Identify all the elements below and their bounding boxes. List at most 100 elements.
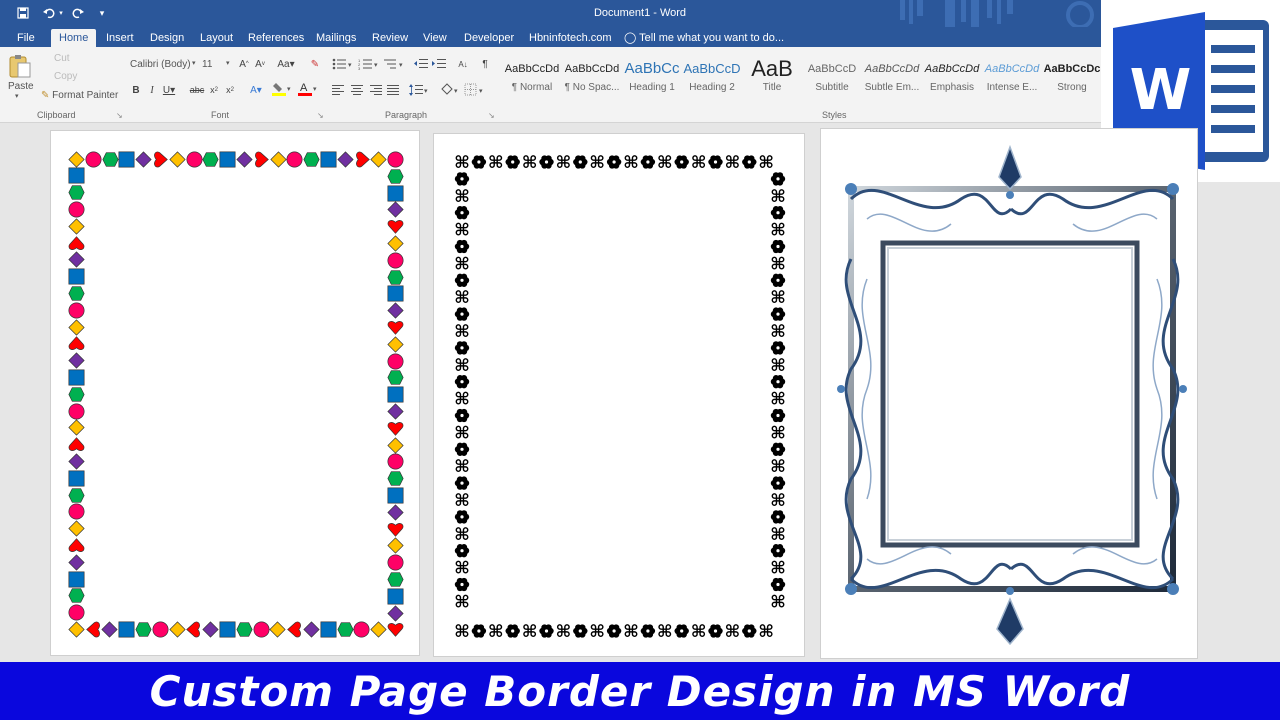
style-normal-label: ¶ Normal bbox=[511, 82, 553, 93]
border-shape-heart bbox=[387, 321, 404, 335]
bold-icon[interactable]: B bbox=[130, 83, 142, 97]
clear-formatting-icon[interactable]: ✎ bbox=[308, 57, 322, 71]
superscript-icon[interactable]: x2 bbox=[224, 83, 236, 97]
style-intense-emphasis[interactable]: AaBbCcDd Intense E... bbox=[982, 59, 1042, 99]
border-shape-square bbox=[68, 369, 85, 386]
text-effects-icon[interactable]: A▾ bbox=[248, 83, 264, 97]
border-shape-circle bbox=[253, 621, 270, 638]
border-shape-hex bbox=[387, 269, 404, 285]
style-subtitle[interactable]: AaBbCcD Subtitle bbox=[802, 59, 862, 99]
font-size-dropdown-icon[interactable]: ▾ bbox=[226, 59, 230, 67]
border-flower-icon bbox=[770, 442, 786, 456]
paste-icon[interactable] bbox=[7, 53, 33, 79]
change-case-icon[interactable]: Aa▾ bbox=[276, 57, 296, 71]
border-shape-diamond bbox=[387, 336, 404, 353]
style-heading-2[interactable]: AaBbCcD Heading 2 bbox=[682, 59, 742, 99]
border-knot-icon: ⌘ bbox=[770, 423, 786, 443]
align-right-icon[interactable] bbox=[368, 83, 382, 97]
border-shape-circle bbox=[85, 151, 102, 168]
svg-text:▾: ▾ bbox=[424, 88, 428, 95]
border-shape-diamond bbox=[303, 621, 320, 638]
format-painter-button[interactable]: ✎ Format Painter bbox=[41, 90, 118, 101]
shrink-font-icon[interactable]: Av bbox=[254, 57, 266, 71]
border-shape-diamond bbox=[68, 318, 85, 336]
style-heading-2-sample: AaBbCcD bbox=[683, 61, 741, 76]
style-no-spacing[interactable]: AaBbCcDd ¶ No Spac... bbox=[562, 59, 622, 99]
increase-indent-icon[interactable] bbox=[432, 57, 446, 71]
border-shape-hex bbox=[387, 471, 404, 486]
style-subtitle-sample: AaBbCcD bbox=[807, 63, 857, 75]
multilevel-list-icon[interactable]: ▾ bbox=[384, 57, 406, 71]
borders-icon[interactable]: ▾ bbox=[464, 83, 486, 97]
align-center-icon[interactable] bbox=[350, 83, 364, 97]
bullets-icon[interactable]: ▾ bbox=[332, 57, 354, 71]
grow-font-icon[interactable]: A ^ bbox=[238, 57, 250, 71]
paragraph-launcher-icon[interactable]: ↘ bbox=[488, 111, 495, 120]
underline-icon[interactable]: U▾ bbox=[162, 83, 176, 97]
tab-design[interactable]: Design bbox=[142, 29, 192, 47]
border-knot-icon: ⌘ bbox=[454, 592, 470, 612]
svg-text:▾: ▾ bbox=[287, 86, 291, 93]
tab-mailings[interactable]: Mailings bbox=[308, 29, 364, 47]
shading-icon[interactable]: ▾ bbox=[440, 83, 460, 97]
tab-layout[interactable]: Layout bbox=[192, 29, 241, 47]
paste-button[interactable]: Paste bbox=[8, 81, 34, 92]
border-flower-icon bbox=[708, 624, 723, 638]
border-flower-icon bbox=[454, 172, 470, 186]
border-knot-icon: ⌘ bbox=[623, 622, 639, 642]
style-normal[interactable]: AaBbCcDd ¶ Normal bbox=[502, 59, 562, 99]
strikethrough-icon[interactable]: abc bbox=[188, 83, 206, 97]
tab-view[interactable]: View bbox=[415, 29, 455, 47]
border-shape-diamond bbox=[168, 621, 186, 638]
border-shape-diamond bbox=[68, 621, 85, 638]
tab-hbninfotech[interactable]: Hbninfotech.com bbox=[521, 29, 620, 47]
style-subtle-emphasis-sample: AaBbCcDd bbox=[864, 63, 920, 75]
highlight-color-icon[interactable]: ▾ bbox=[272, 81, 292, 97]
clipboard-launcher-icon[interactable]: ↘ bbox=[116, 111, 123, 120]
tab-references[interactable]: References bbox=[240, 29, 312, 47]
subscript-icon[interactable]: x2 bbox=[208, 83, 220, 97]
align-left-icon[interactable] bbox=[332, 83, 346, 97]
copy-button[interactable]: Copy bbox=[54, 71, 77, 82]
border-shape-circle bbox=[387, 353, 404, 370]
style-heading-1[interactable]: AaBbCc Heading 1 bbox=[622, 59, 682, 99]
style-emphasis[interactable]: AaBbCcDd Emphasis bbox=[922, 59, 982, 99]
tab-developer[interactable]: Developer bbox=[456, 29, 522, 47]
italic-icon[interactable]: I bbox=[146, 83, 158, 97]
border-shape-hex bbox=[68, 487, 85, 503]
tab-review[interactable]: Review bbox=[364, 29, 416, 47]
tab-file[interactable]: File bbox=[9, 29, 43, 47]
show-formatting-icon[interactable]: ¶ bbox=[478, 57, 492, 71]
border-knot-icon: ⌘ bbox=[454, 423, 470, 443]
border-shape-diamond bbox=[135, 151, 152, 168]
border-knot-icon: ⌘ bbox=[770, 187, 786, 207]
font-color-icon[interactable]: A ▾ bbox=[298, 81, 318, 97]
font-size-box[interactable]: 11 bbox=[202, 59, 212, 70]
page-art-border: ⌘ ⌘ ⌘ ⌘ ⌘ ⌘ ⌘ ⌘ ⌘ ⌘ ⌘ ⌘ ⌘ ⌘ ⌘ ⌘ ⌘ ⌘ ⌘ ⌘ ⌘ ⌘ ⌘ ⌘ ⌘ ⌘ ⌘ ⌘ ⌘ ⌘ ⌘ ⌘ ⌘ ⌘ ⌘ ⌘ ⌘ ⌘ ⌘ ⌘… bbox=[433, 133, 805, 657]
tell-me-box[interactable]: ◯ Tell me what you want to do... bbox=[624, 29, 784, 47]
font-name-box[interactable]: Calibri (Body) bbox=[130, 59, 192, 70]
border-knot-icon: ⌘ bbox=[589, 622, 605, 642]
border-shape-diamond bbox=[269, 151, 287, 168]
numbering-icon[interactable]: 1 2 3 ▾ bbox=[358, 57, 380, 71]
tab-insert[interactable]: Insert bbox=[98, 29, 142, 47]
border-shape-heart bbox=[387, 421, 404, 436]
style-subtle-emphasis[interactable]: AaBbCcDd Subtle Em... bbox=[862, 59, 922, 99]
style-title[interactable]: AaB Title bbox=[742, 59, 802, 99]
border-shape-heart bbox=[186, 621, 201, 638]
style-heading-2-label: Heading 2 bbox=[689, 82, 735, 93]
font-launcher-icon[interactable]: ↘ bbox=[317, 111, 324, 120]
justify-icon[interactable] bbox=[386, 83, 400, 97]
cut-button[interactable]: Cut bbox=[54, 53, 70, 64]
line-spacing-icon[interactable]: ▾ bbox=[408, 83, 430, 97]
border-shape-diamond bbox=[387, 436, 404, 454]
paste-dropdown-icon[interactable]: ▾ bbox=[15, 92, 19, 100]
style-strong[interactable]: AaBbCcDc Strong bbox=[1042, 59, 1102, 99]
border-shape-diamond bbox=[169, 151, 186, 168]
border-knot-icon: ⌘ bbox=[725, 622, 741, 642]
font-name-dropdown-icon[interactable]: ▾ bbox=[192, 59, 196, 67]
tab-home[interactable]: Home bbox=[51, 29, 97, 47]
border-shape-diamond bbox=[387, 201, 404, 219]
decrease-indent-icon[interactable] bbox=[414, 57, 428, 71]
sort-icon[interactable]: A↓ bbox=[456, 57, 470, 71]
